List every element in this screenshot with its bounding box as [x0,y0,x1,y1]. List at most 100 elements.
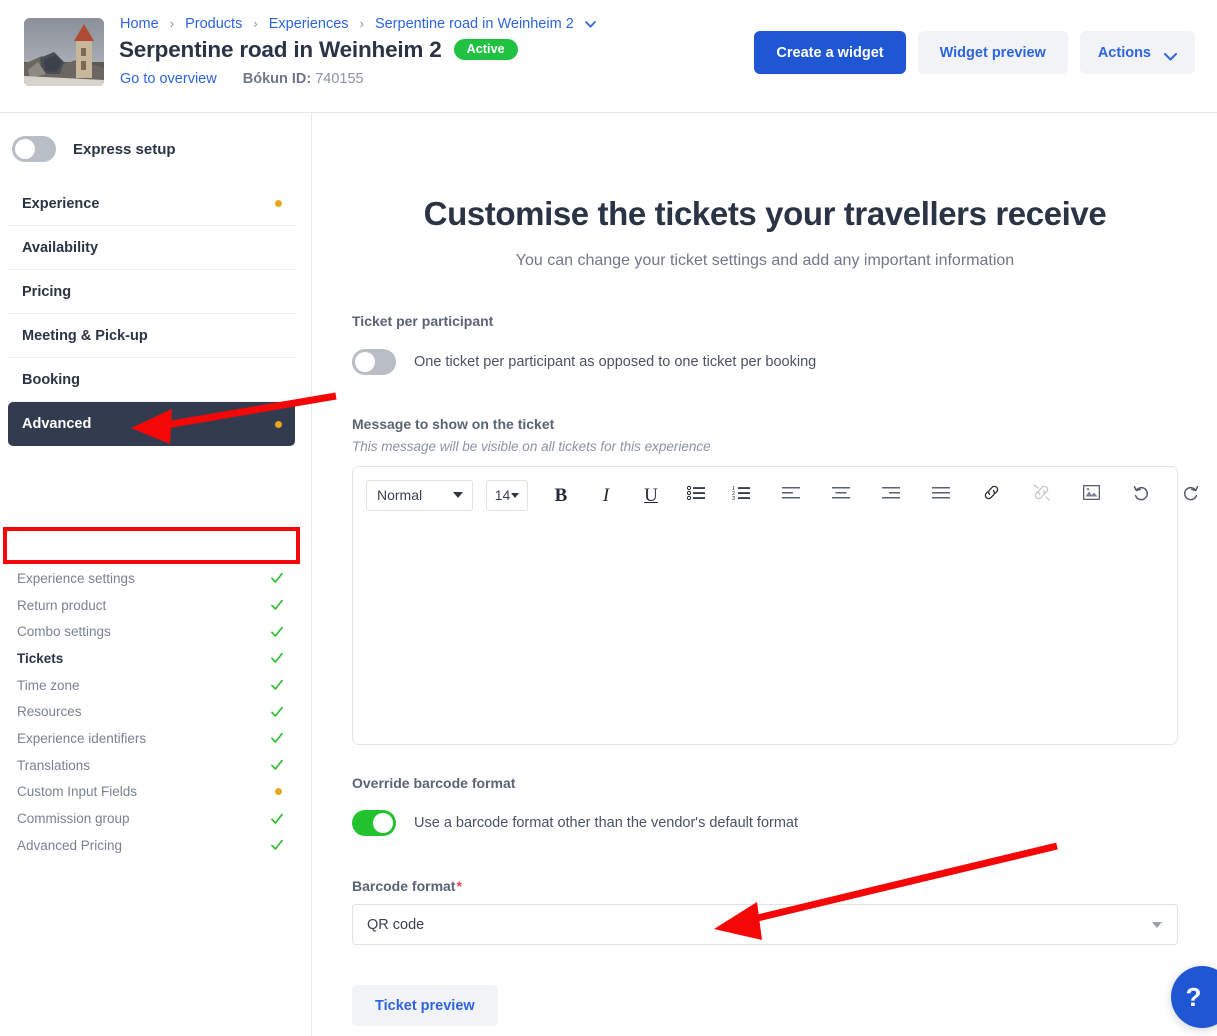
message-hint: This message will be visible on all tick… [352,439,711,454]
underline-icon: U [644,484,658,506]
barcode-format-select[interactable]: QR code [352,904,1178,945]
align-right-icon [882,486,900,505]
sidebar-item-label: Pricing [22,283,72,300]
sidebar-subitem-return-product[interactable]: Return product [0,592,300,619]
breadcrumb-item-current[interactable]: Serpentine road in Weinheim 2 [375,16,574,32]
sidebar-subitem-time-zone[interactable]: Time zone [0,672,300,699]
editor-toolbar: Normal 14 B I U 1 2 3 [353,467,1199,523]
sidebar-subitem-label: Commission group [17,811,130,827]
status-dot-icon [275,420,282,428]
breadcrumb-item-experiences[interactable]: Experiences [269,16,349,32]
sidebar-subnav: Experience settings Return product Combo… [0,565,300,859]
numbered-list-button[interactable]: 1 2 3 [724,478,758,512]
sidebar-subitem-label: Custom Input Fields [17,784,138,800]
toggle-knob [355,352,375,372]
breadcrumb-item-home[interactable]: Home [120,16,159,32]
barcode-format-label-text: Barcode format [352,878,456,894]
check-icon [270,598,284,612]
message-editor: Normal 14 B I U 1 2 3 [352,466,1199,745]
help-button[interactable]: ? [1171,966,1217,1028]
breadcrumb-separator: › [169,16,175,31]
sidebar-item-experience[interactable]: Experience [8,182,295,226]
chevron-down-icon [1164,49,1177,61]
app-root: Home › Products › Experiences › Serpenti… [0,0,1217,1036]
widget-preview-button[interactable]: Widget preview [917,31,1068,74]
chevron-down-icon[interactable] [584,20,596,28]
sidebar-subitem-experience-identifiers[interactable]: Experience identifiers [0,725,300,752]
actions-menu-button[interactable]: Actions [1079,31,1195,74]
remove-link-button [1024,478,1058,512]
sidebar-item-meeting-pickup[interactable]: Meeting & Pick-up [8,314,295,358]
bokun-id-value: 740155 [315,71,364,87]
sidebar-subitem-experience-settings[interactable]: Experience settings [0,565,300,592]
bullet-list-button[interactable] [679,478,713,512]
block-format-select[interactable]: Normal [366,479,473,511]
main-content: Customise the tickets your travellers re… [313,113,1217,1036]
block-format-value: Normal [377,487,423,503]
sidebar-subitem-label: Time zone [17,677,80,693]
sidebar-subitem-label: Translations [17,757,91,773]
font-size-value: 14 [494,487,511,503]
breadcrumb-separator: › [359,16,364,31]
chevron-down-icon [1152,921,1162,928]
override-barcode-toggle[interactable] [352,810,396,836]
required-marker: * [456,878,462,894]
ticket-per-participant-toggle-label: One ticket per participant as opposed to… [414,354,817,370]
undo-button[interactable] [1124,478,1158,512]
sidebar-subitem-custom-input-fields[interactable]: Custom Input Fields [0,779,300,806]
insert-image-button[interactable] [1074,478,1108,512]
status-dot-icon [275,788,282,796]
align-right-button[interactable] [874,478,908,512]
underline-button[interactable]: U [634,478,668,512]
ticket-preview-button[interactable]: Ticket preview [352,985,498,1026]
override-barcode-row: Use a barcode format other than the vend… [352,810,798,836]
status-badge: Active [453,39,518,60]
sidebar-item-pricing[interactable]: Pricing [8,270,295,314]
experience-thumbnail [24,18,104,86]
check-icon [270,812,284,826]
align-center-icon [832,486,850,505]
ticket-per-participant-toggle[interactable] [352,349,396,375]
page-title: Serpentine road in Weinheim 2 Active [119,37,518,63]
sidebar-item-booking[interactable]: Booking [8,358,295,402]
override-barcode-toggle-label: Use a barcode format other than the vend… [414,815,799,831]
barcode-format-value: QR code [367,916,425,933]
sidebar-subitem-commission-group[interactable]: Commission group [0,805,300,832]
sidebar-item-advanced[interactable]: Advanced [8,402,295,446]
align-center-button[interactable] [824,478,858,512]
express-setup-toggle[interactable] [12,136,56,162]
insert-link-button[interactable] [974,478,1008,512]
bold-button[interactable]: B [544,478,578,512]
align-justify-button[interactable] [924,478,958,512]
image-icon [1082,485,1100,505]
link-icon [982,483,1001,507]
ticket-per-participant-label: Ticket per participant [352,313,494,329]
font-size-select[interactable]: 14 [486,479,528,511]
sidebar-item-availability[interactable]: Availability [8,226,295,270]
sidebar-subitem-label: Experience settings [17,570,135,586]
sidebar-subitem-label: Experience identifiers [17,730,147,746]
check-icon [270,838,284,852]
create-widget-button[interactable]: Create a widget [754,31,906,74]
sidebar-subitem-combo-settings[interactable]: Combo settings [0,618,300,645]
italic-button[interactable]: I [589,478,623,512]
sidebar-subitem-tickets[interactable]: Tickets [0,645,300,672]
sidebar-subitem-advanced-pricing[interactable]: Advanced Pricing [0,832,300,859]
status-dot-icon [275,200,282,207]
sidebar-item-label: Booking [22,371,80,388]
breadcrumb-item-products[interactable]: Products [185,16,242,32]
barcode-format-label: Barcode format* [352,878,462,894]
check-icon [270,625,284,639]
sidebar-item-label: Advanced [22,416,92,432]
chevron-down-icon [511,492,520,498]
go-to-overview-link[interactable]: Go to overview [120,71,217,87]
align-left-icon [782,486,800,505]
message-editor-body[interactable] [353,523,1179,745]
chevron-down-icon [453,492,463,498]
header-subline: Go to overview Bókun ID: 740155 [120,71,364,87]
align-left-button[interactable] [774,478,808,512]
sidebar-subitem-translations[interactable]: Translations [0,752,300,779]
redo-button[interactable] [1174,478,1208,512]
sidebar-subitem-resources[interactable]: Resources [0,698,300,725]
page-subheading: You can change your ticket settings and … [515,252,1015,269]
